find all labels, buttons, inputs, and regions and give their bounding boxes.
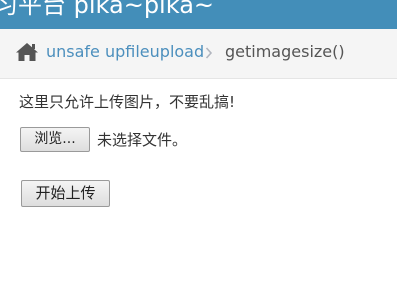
home-icon[interactable] <box>15 42 39 62</box>
site-title[interactable]: 习平台 pika~pika~ <box>0 0 214 21</box>
breadcrumb-link-unsafe-upfileupload[interactable]: unsafe upfileupload <box>46 42 204 62</box>
start-upload-button[interactable]: 开始上传 <box>21 180 110 207</box>
breadcrumb-current: getimagesize() <box>225 42 345 61</box>
file-status-text: 未选择文件。 <box>97 131 188 149</box>
top-navbar: 习平台 pika~pika~ <box>0 0 397 29</box>
browse-button[interactable]: 浏览... <box>20 127 90 152</box>
breadcrumb: unsafe upfileupload getimagesize() <box>0 29 397 79</box>
chevron-right-icon <box>205 45 213 59</box>
upload-notice: 这里只允许上传图片，不要乱搞! <box>19 93 236 111</box>
